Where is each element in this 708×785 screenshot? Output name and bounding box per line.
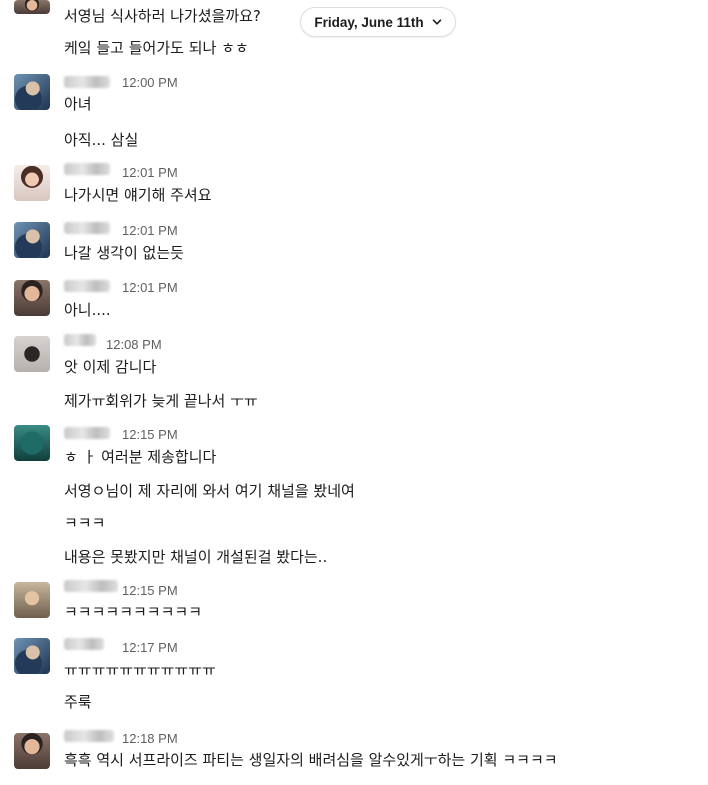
message-text: 흑흑 역시 서프라이즈 파티는 생일자의 배려심을 알수있게ㅜ하는 기획 ㅋㅋㅋ… [64,751,558,769]
message-timestamp[interactable]: 12:17 PM [122,640,178,655]
sender-name[interactable] [64,427,110,439]
message-text: 내용은 못봤지만 채널이 개설된걸 봤다는.. [64,548,328,566]
message-text: 나가시면 얘기해 주셔요 [64,186,212,204]
message-text: 앗 이제 감니다 [64,358,157,376]
message-text: 제가ㅠ회위가 늦게 끝나서 ㅜㅠ [64,392,258,410]
message-text: ㅋㅋㅋㅋㅋㅋㅋㅋㅋㅋ [64,603,203,621]
message-text: 서영님 식사하러 나가셨을까요? [64,7,261,25]
avatar[interactable] [14,425,50,461]
message-timestamp[interactable]: 12:01 PM [122,223,178,238]
message-text: ㅋㅋㅋ [64,514,106,532]
avatar[interactable] [14,74,50,110]
sender-name[interactable] [64,163,110,175]
message-timestamp[interactable]: 12:15 PM [122,583,178,598]
sender-name[interactable] [64,280,110,292]
message-timestamp[interactable]: 12:01 PM [122,280,178,295]
sender-name[interactable] [64,76,110,88]
message-text: 아녀 [64,95,92,113]
sender-name[interactable] [64,638,104,650]
message-text: 케잌 들고 들어가도 되나 ㅎㅎ [64,39,249,57]
avatar[interactable] [14,582,50,618]
sender-name[interactable] [64,580,118,592]
date-divider-button[interactable]: Friday, June 11th [300,7,456,37]
message-text: 서영ㅇ님이 제 자리에 와서 여기 채널을 봤네여 [64,482,355,500]
message-timestamp[interactable]: 12:18 PM [122,731,178,746]
avatar[interactable] [14,165,50,201]
message-timestamp[interactable]: 12:00 PM [122,75,178,90]
avatar[interactable] [14,0,50,14]
avatar[interactable] [14,336,50,372]
avatar[interactable] [14,280,50,316]
message-text: 아니.... [64,301,111,319]
sender-name[interactable] [64,334,96,346]
avatar[interactable] [14,222,50,258]
message-text: ㅎ ㅏ 여러분 제송합니다 [64,448,217,466]
avatar[interactable] [14,638,50,674]
message-timestamp[interactable]: 12:01 PM [122,165,178,180]
message-timestamp[interactable]: 12:08 PM [106,337,162,352]
message-text: 나갈 생각이 없는듯 [64,244,184,262]
message-text: ㅠㅠㅠㅠㅠㅠㅠㅠㅠㅠㅠ [64,661,216,679]
sender-name[interactable] [64,222,110,234]
message-timestamp[interactable]: 12:15 PM [122,427,178,442]
sender-name[interactable] [64,730,114,742]
message-text: 주룩 [64,693,92,711]
avatar[interactable] [14,733,50,769]
message-text: 아직... 삼실 [64,131,139,149]
chevron-down-icon [432,19,441,25]
date-divider-label: Friday, June 11th [314,14,424,30]
